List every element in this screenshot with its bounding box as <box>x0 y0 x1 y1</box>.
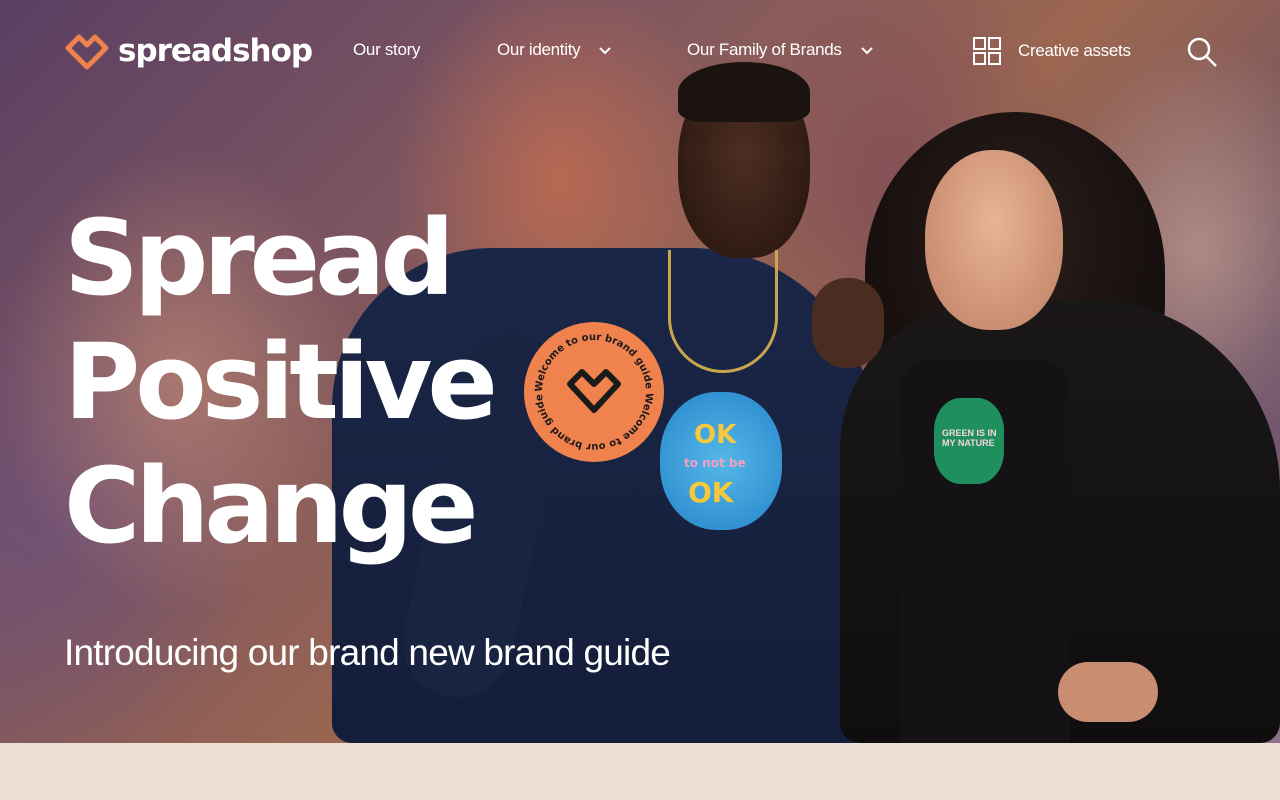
necklace <box>668 250 778 373</box>
nav-family-of-brands[interactable]: Our Family of Brands <box>687 40 874 60</box>
hero-subtitle: Introducing our brand new brand guide <box>64 632 671 673</box>
nav-our-identity[interactable]: Our identity <box>497 40 612 60</box>
content-band <box>0 743 1280 800</box>
top-navigation: spreadshop Our story Our identity Our Fa… <box>0 0 1280 104</box>
person-right-head <box>925 150 1063 330</box>
print-text-mid: to not be <box>684 456 746 470</box>
print-text-green: GREEN IS IN MY NATURE <box>942 428 997 448</box>
nav-label: Creative assets <box>1018 41 1131 60</box>
search-icon[interactable] <box>1186 36 1218 68</box>
nav-label: Our Family of Brands <box>687 40 842 59</box>
headline-line-1: Spread <box>64 197 455 319</box>
grid-icon <box>973 37 1001 65</box>
nav-label: Our story <box>353 40 421 59</box>
brand-guide-badge[interactable]: Welcome to our brand guide Welcome to ou… <box>524 322 664 462</box>
print-text-ok-2: OK <box>688 476 734 509</box>
headline-line-2: Positive <box>64 321 498 443</box>
hero-headline: Spread Positive Change <box>64 196 498 568</box>
shirt-print-green: GREEN IS IN MY NATURE <box>934 398 1004 484</box>
person-left-hand <box>812 278 884 368</box>
chevron-down-icon <box>599 47 612 55</box>
person-right-hand <box>1058 662 1158 722</box>
hero-image: OK to not be OK GREEN IS IN MY NATURE Sp… <box>0 0 1280 743</box>
brand-logo[interactable]: spreadshop <box>64 30 313 72</box>
brand-name: spreadshop <box>118 33 313 69</box>
nav-label: Our identity <box>497 40 581 59</box>
chevron-down-icon <box>860 47 873 55</box>
nav-creative-assets[interactable]: Creative assets <box>972 36 1131 66</box>
heart-arrow-icon <box>65 34 109 70</box>
shirt-print-ok: OK to not be OK <box>660 392 782 530</box>
nav-our-story[interactable]: Our story <box>353 40 421 60</box>
headline-line-3: Change <box>64 445 479 567</box>
print-text-ok: OK <box>694 420 737 450</box>
